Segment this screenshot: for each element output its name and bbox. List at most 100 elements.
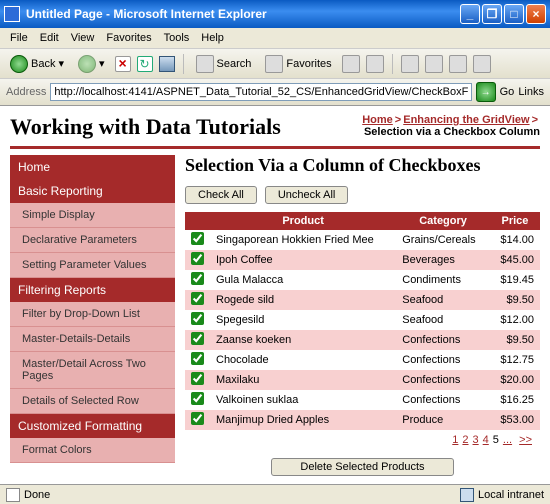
sidebar-item[interactable]: Setting Parameter Values <box>10 253 175 278</box>
history-icon[interactable] <box>366 55 384 73</box>
cell-price: $9.50 <box>490 330 540 350</box>
stop-icon[interactable] <box>115 56 131 72</box>
separator <box>392 54 393 74</box>
cell-category: Beverages <box>396 250 490 270</box>
sidebar-item[interactable]: Master-Details-Details <box>10 327 175 352</box>
window-titlebar: Untitled Page - Microsoft Internet Explo… <box>0 0 550 28</box>
cell-price: $20.00 <box>490 370 540 390</box>
back-icon <box>10 55 28 73</box>
maximize-button[interactable]: □ <box>504 4 524 24</box>
menu-view[interactable]: View <box>71 32 95 44</box>
cell-product: Maxilaku <box>210 370 396 390</box>
pager: 12345... >> <box>185 430 540 450</box>
separator <box>183 54 184 74</box>
sidebar-item[interactable]: Simple Display <box>10 203 175 228</box>
pager-page[interactable]: 2 <box>462 434 468 446</box>
links-label[interactable]: Links <box>518 86 544 98</box>
pager-more[interactable]: ... <box>503 434 512 446</box>
edit-icon[interactable] <box>449 55 467 73</box>
sidebar-item[interactable]: Declarative Parameters <box>10 228 175 253</box>
sidebar-item[interactable]: Format Colors <box>10 438 175 463</box>
uncheck-all-button[interactable]: Uncheck All <box>265 186 348 204</box>
home-icon[interactable] <box>159 56 175 72</box>
row-checkbox[interactable] <box>191 292 204 305</box>
sidebar-header[interactable]: Customized Formatting <box>10 414 175 438</box>
table-row: ChocoladeConfections$12.75 <box>185 350 540 370</box>
breadcrumb-section[interactable]: Enhancing the GridView <box>403 114 529 126</box>
page-title: Working with Data Tutorials <box>10 114 281 140</box>
minimize-button[interactable]: _ <box>460 4 480 24</box>
delete-selected-button[interactable]: Delete Selected Products <box>271 458 453 476</box>
cell-category: Seafood <box>396 310 490 330</box>
search-button[interactable]: Search <box>192 53 256 75</box>
cell-category: Produce <box>396 410 490 430</box>
cell-price: $9.50 <box>490 290 540 310</box>
breadcrumb-home[interactable]: Home <box>362 114 393 126</box>
row-checkbox[interactable] <box>191 372 204 385</box>
row-checkbox[interactable] <box>191 252 204 265</box>
sidebar-header[interactable]: Basic Reporting <box>10 179 175 203</box>
row-checkbox[interactable] <box>191 352 204 365</box>
address-bar: Address → Go Links <box>0 79 550 106</box>
pager-page[interactable]: 4 <box>483 434 489 446</box>
close-button[interactable]: × <box>526 4 546 24</box>
cell-price: $53.00 <box>490 410 540 430</box>
sidebar-header[interactable]: Home <box>10 155 175 179</box>
pager-page[interactable]: 3 <box>473 434 479 446</box>
content-heading: Selection Via a Column of Checkboxes <box>185 155 540 176</box>
window-title: Untitled Page - Microsoft Internet Explo… <box>26 7 460 21</box>
cell-product: Ipoh Coffee <box>210 250 396 270</box>
menu-edit[interactable]: Edit <box>40 32 59 44</box>
media-icon[interactable] <box>342 55 360 73</box>
status-text: Done <box>24 489 50 501</box>
menu-help[interactable]: Help <box>201 32 224 44</box>
breadcrumb-current: Selection via a Checkbox Column <box>364 126 540 138</box>
column-header: Category <box>396 212 490 230</box>
row-checkbox[interactable] <box>191 232 204 245</box>
search-icon <box>196 55 214 73</box>
pager-current: 5 <box>493 434 499 446</box>
menubar: File Edit View Favorites Tools Help <box>0 28 550 49</box>
cell-category: Grains/Cereals <box>396 230 490 250</box>
cell-product: Zaanse koeken <box>210 330 396 350</box>
row-checkbox[interactable] <box>191 332 204 345</box>
pager-page[interactable]: 1 <box>452 434 458 446</box>
favorites-button[interactable]: Favorites <box>261 53 335 75</box>
row-checkbox[interactable] <box>191 392 204 405</box>
sidebar-item[interactable]: Details of Selected Row <box>10 389 175 414</box>
forward-icon <box>78 55 96 73</box>
forward-button[interactable]: ▾ <box>74 53 109 75</box>
check-all-button[interactable]: Check All <box>185 186 257 204</box>
row-checkbox[interactable] <box>191 272 204 285</box>
row-checkbox[interactable] <box>191 412 204 425</box>
restore-button[interactable]: ❐ <box>482 4 502 24</box>
cell-price: $19.45 <box>490 270 540 290</box>
star-icon <box>265 55 283 73</box>
table-row: SpegesildSeafood$12.00 <box>185 310 540 330</box>
menu-favorites[interactable]: Favorites <box>106 32 151 44</box>
ie-icon <box>4 6 20 22</box>
cell-product: Chocolade <box>210 350 396 370</box>
cell-category: Condiments <box>396 270 490 290</box>
menu-tools[interactable]: Tools <box>164 32 190 44</box>
go-button[interactable]: → <box>476 82 496 102</box>
address-input[interactable] <box>50 83 471 101</box>
menu-file[interactable]: File <box>10 32 28 44</box>
back-button[interactable]: Back ▾ <box>6 53 68 75</box>
sidebar-item[interactable]: Filter by Drop-Down List <box>10 302 175 327</box>
pager-next[interactable]: >> <box>519 434 532 446</box>
column-header <box>185 212 210 230</box>
discuss-icon[interactable] <box>473 55 491 73</box>
table-row: Zaanse koekenConfections$9.50 <box>185 330 540 350</box>
print-icon[interactable] <box>425 55 443 73</box>
refresh-icon[interactable]: ↻ <box>137 56 153 72</box>
cell-price: $12.75 <box>490 350 540 370</box>
sidebar-header[interactable]: Filtering Reports <box>10 278 175 302</box>
sidebar-item[interactable]: Master/Detail Across Two Pages <box>10 352 175 389</box>
cell-price: $14.00 <box>490 230 540 250</box>
breadcrumb: Home>Enhancing the GridView> Selection v… <box>362 114 540 138</box>
row-checkbox[interactable] <box>191 312 204 325</box>
table-row: Ipoh CoffeeBeverages$45.00 <box>185 250 540 270</box>
cell-product: Gula Malacca <box>210 270 396 290</box>
mail-icon[interactable] <box>401 55 419 73</box>
